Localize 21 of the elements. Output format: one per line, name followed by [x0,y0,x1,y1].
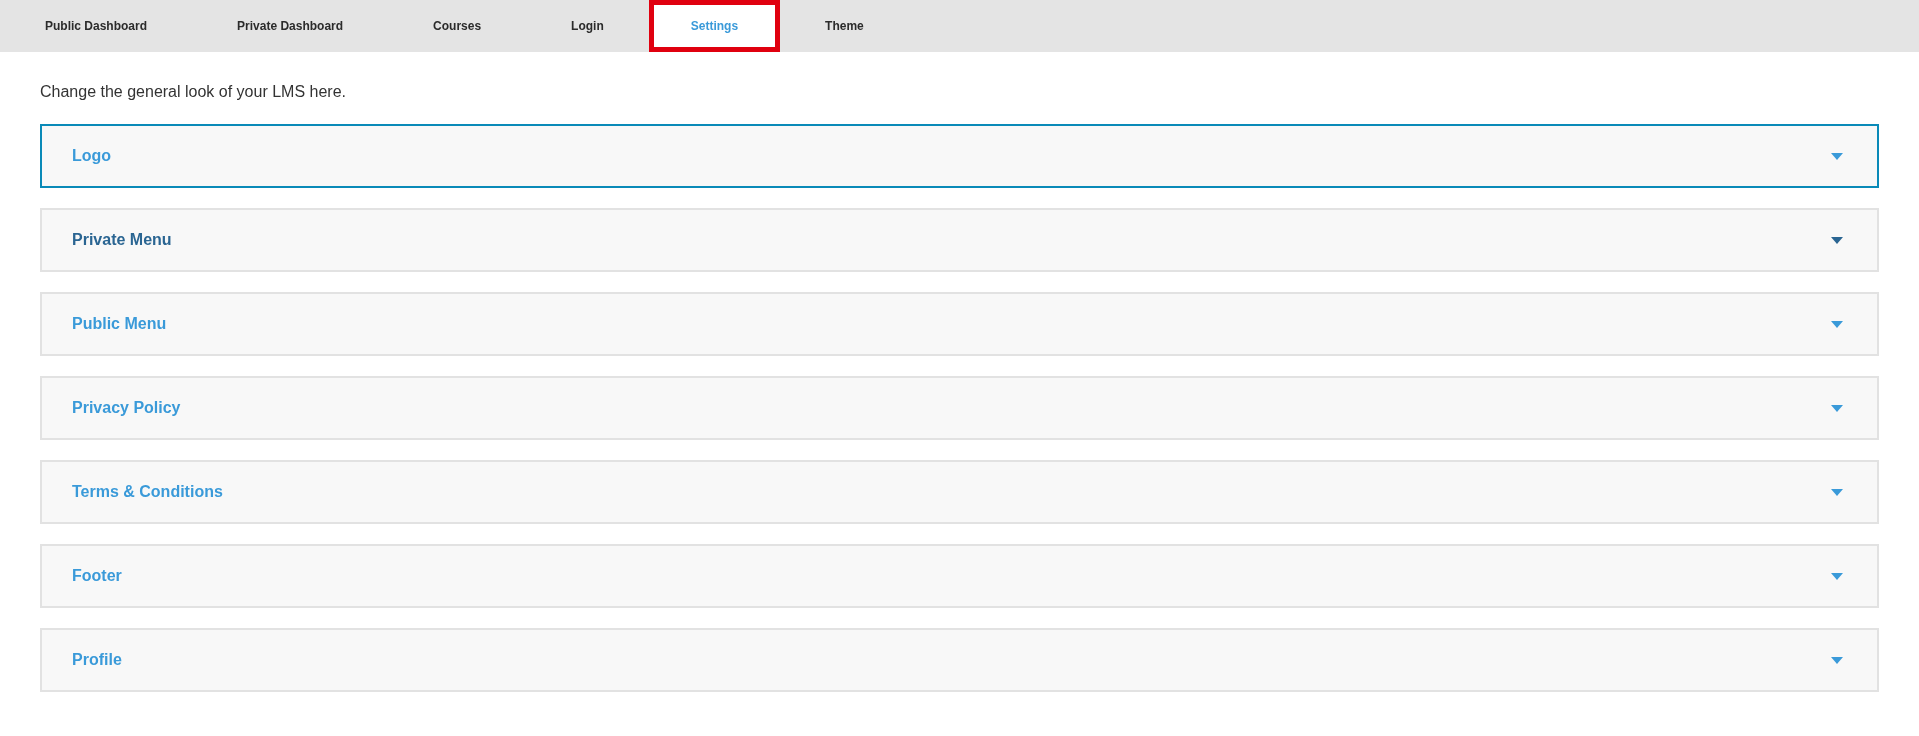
accordion-header[interactable]: Profile [40,628,1879,692]
accordion-header[interactable]: Logo [40,124,1879,188]
accordion-header[interactable]: Private Menu [40,208,1879,272]
caret-icon [1831,488,1843,496]
nav-tab[interactable]: Courses [388,0,527,52]
intro-text: Change the general look of your LMS here. [40,82,347,102]
nav-tab[interactable]: Theme [780,0,909,52]
accordion-header[interactable]: Public Menu [40,292,1879,356]
nav-tab[interactable]: Private Dashboard [192,0,389,52]
accordion-header[interactable]: Privacy Policy [40,376,1879,440]
caret-icon [1831,152,1843,160]
nav-tab[interactable]: Login [526,0,649,52]
nav-tab[interactable]: Public Dashboard [0,0,193,52]
caret-icon [1831,320,1843,328]
caret-icon [1831,572,1843,580]
caret-icon [1831,404,1843,412]
caret-icon [1831,236,1843,244]
caret-icon [1831,656,1843,664]
accordion-header[interactable]: Terms & Conditions [40,460,1879,524]
accordion-header[interactable]: Footer [40,544,1879,608]
nav-tab[interactable]: Settings [648,0,781,52]
